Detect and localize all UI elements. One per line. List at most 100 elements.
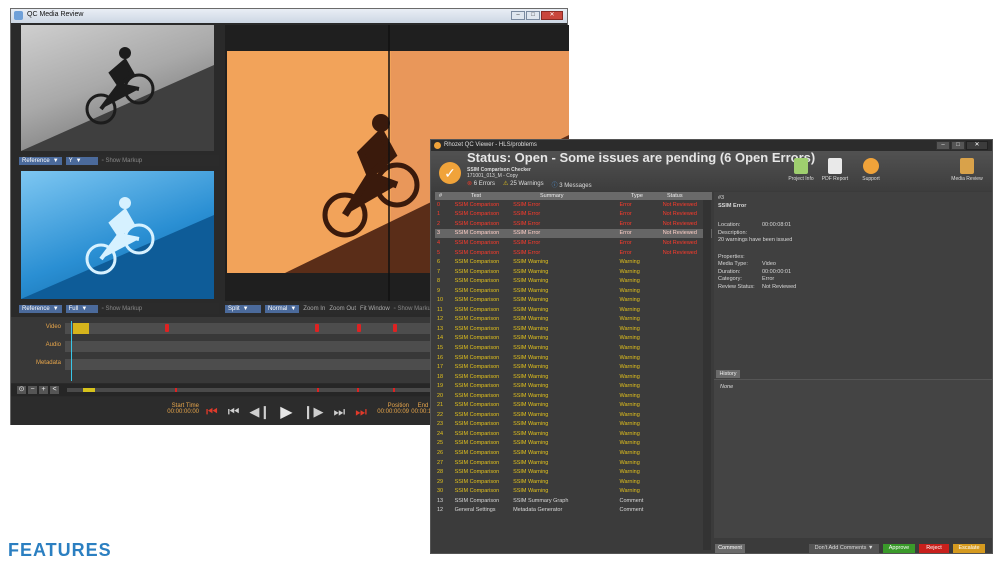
issue-row[interactable]: 26 SSIM Comparison SSIM Warning Warning	[435, 448, 712, 458]
issue-row[interactable]: 13 SSIM Comparison SSIM Warning Warning	[435, 324, 712, 334]
issue-cell-test: SSIM Comparison	[454, 449, 500, 456]
issue-row[interactable]: 23 SSIM Comparison SSIM Warning Warning	[435, 420, 712, 430]
reject-button[interactable]: Reject	[919, 544, 949, 553]
issue-row[interactable]: 24 SSIM Comparison SSIM Warning Warning	[435, 429, 712, 439]
play-icon[interactable]: ▶	[280, 402, 292, 422]
issue-row[interactable]: 15 SSIM Comparison SSIM Warning Warning	[435, 343, 712, 353]
issue-row[interactable]: 14 SSIM Comparison SSIM Warning Warning	[435, 334, 712, 344]
issue-row[interactable]: 12 General Settings Metadata Generator Comm…	[435, 506, 712, 516]
issue-row[interactable]: 22 SSIM Comparison SSIM Warning Warning	[435, 410, 712, 420]
col-type[interactable]: Type	[631, 193, 643, 199]
issue-cell-summary: SSIM Warning	[513, 354, 549, 361]
dont-add-comments-dropdown[interactable]: Don't Add Comments ▼	[809, 544, 879, 553]
issue-row[interactable]: 11 SSIM Comparison SSIM Warning Warning	[435, 305, 712, 315]
issue-row[interactable]: 12 SSIM Comparison SSIM Warning Warning	[435, 315, 712, 325]
skip-to-start-icon[interactable]: ⏮	[206, 404, 218, 420]
issue-row[interactable]: 0 SSIM Comparison SSIM Error Error Not Revie…	[435, 200, 712, 210]
issue-row[interactable]: 28 SSIM Comparison SSIM Warning Warning	[435, 467, 712, 477]
issue-row[interactable]: 2 SSIM Comparison SSIM Error Error Not Revie…	[435, 219, 712, 229]
issue-row[interactable]: 5 SSIM Comparison SSIM Error Error Not Revie…	[435, 248, 712, 258]
issue-cell-summary: SSIM Error	[513, 211, 541, 218]
issue-row[interactable]: 10 SSIM Comparison SSIM Warning Warning	[435, 295, 712, 305]
issue-row[interactable]: 19 SSIM Comparison SSIM Warning Warning	[435, 381, 712, 391]
col-summary[interactable]: Summary	[540, 193, 564, 199]
zoom-out-track-button[interactable]: −	[28, 386, 37, 394]
zoom-in-button[interactable]: Zoom In	[303, 306, 325, 312]
comment-button[interactable]: Comment	[715, 544, 745, 553]
error-marker[interactable]	[393, 324, 397, 332]
app-icon	[434, 142, 441, 149]
error-marker[interactable]	[357, 324, 361, 332]
issue-row[interactable]: 29 SSIM Comparison SSIM Warning Warning	[435, 477, 712, 487]
issue-row[interactable]: 16 SSIM Comparison SSIM Warning Warning	[435, 353, 712, 363]
show-markup-checkbox[interactable]: ▫ Show Markup	[102, 158, 142, 164]
minimize-button[interactable]: –	[936, 141, 950, 150]
warnings-count[interactable]: ⚠ 25 Warnings	[503, 180, 544, 189]
show-markup-checkbox-2[interactable]: ▫ Show Markup	[102, 306, 142, 312]
issue-row[interactable]: 13 SSIM Comparison SSIM Summary Graph Comme…	[435, 496, 712, 506]
view-mode-dropdown[interactable]: Normal ▼	[265, 304, 300, 313]
next-marker-icon[interactable]: ⏭	[334, 404, 346, 420]
issue-row[interactable]: 7 SSIM Comparison SSIM Warning Warning	[435, 267, 712, 277]
step-back-icon[interactable]: ◀❙	[249, 404, 270, 420]
reference-dropdown-2[interactable]: Reference ▼	[19, 304, 62, 313]
zoom-reset-button[interactable]: ⊙	[17, 386, 26, 394]
issue-row[interactable]: 4 SSIM Comparison SSIM Error Error Not Revie…	[435, 238, 712, 248]
issue-row[interactable]: 9 SSIM Comparison SSIM Warning Warning	[435, 286, 712, 296]
col-num[interactable]: #	[439, 193, 442, 199]
zoom-in-track-button[interactable]: +	[39, 386, 48, 394]
issue-row[interactable]: 27 SSIM Comparison SSIM Warning Warning	[435, 458, 712, 468]
issue-cell-summary: SSIM Warning	[513, 449, 549, 456]
maximize-button[interactable]: □	[526, 11, 540, 20]
reference-full-viewer[interactable]	[21, 171, 214, 299]
issue-cell-type: Error	[619, 211, 632, 218]
playhead[interactable]	[71, 321, 72, 381]
issue-row[interactable]: 3 SSIM Comparison SSIM Error Error Not Revie…	[435, 228, 712, 239]
issue-row[interactable]: 6 SSIM Comparison SSIM Warning Warning	[435, 257, 712, 267]
issue-cell-summary: SSIM Warning	[513, 278, 549, 285]
channel-dropdown-2[interactable]: Full ▼	[65, 304, 98, 313]
pdf-report-button[interactable]: PDF Report	[815, 158, 855, 182]
location-value[interactable]: 00:00:08:01	[762, 222, 791, 228]
escalate-button[interactable]: Escalate	[953, 544, 985, 553]
close-button[interactable]: ✕	[966, 141, 988, 150]
messages-count[interactable]: ⓘ 3 Messages	[552, 180, 592, 189]
scroll-left-button[interactable]: <	[50, 386, 59, 394]
media-review-button[interactable]: Media Review	[947, 158, 987, 182]
split-mode-dropdown[interactable]: Split ▼	[225, 304, 261, 313]
issue-cell-summary: SSIM Warning	[513, 344, 549, 351]
issue-cell-type: Warning	[619, 268, 640, 275]
fit-window-button[interactable]: Fit Window	[360, 306, 390, 312]
issues-scrollbar[interactable]	[703, 200, 711, 550]
issue-row[interactable]: 18 SSIM Comparison SSIM Warning Warning	[435, 372, 712, 382]
issue-row[interactable]: 20 SSIM Comparison SSIM Warning Warning	[435, 391, 712, 401]
issue-cell-type: Warning	[619, 316, 640, 323]
issue-row[interactable]: 30 SSIM Comparison SSIM Warning Warning	[435, 486, 712, 496]
previous-marker-icon[interactable]: ⏮	[228, 404, 240, 420]
close-button[interactable]: ✕	[541, 11, 563, 20]
issue-cell-test: SSIM Comparison	[454, 239, 500, 246]
issue-cell-summary: SSIM Warning	[513, 411, 549, 418]
issue-row[interactable]: 8 SSIM Comparison SSIM Warning Warning	[435, 276, 712, 286]
errors-count[interactable]: ⊗ 6 Errors	[467, 180, 495, 189]
history-tab[interactable]: History	[716, 370, 740, 378]
minimize-button[interactable]: –	[511, 11, 525, 20]
issue-row[interactable]: 1 SSIM Comparison SSIM Error Error Not Revie…	[435, 210, 712, 220]
error-marker[interactable]	[165, 324, 169, 332]
zoom-out-button[interactable]: Zoom Out	[329, 306, 356, 312]
col-test[interactable]: Test	[471, 193, 481, 199]
issue-row[interactable]: 25 SSIM Comparison SSIM Warning Warning	[435, 439, 712, 449]
maximize-button[interactable]: □	[951, 141, 965, 150]
issue-row[interactable]: 17 SSIM Comparison SSIM Warning Warning	[435, 362, 712, 372]
reference-dropdown[interactable]: Reference ▼	[19, 156, 62, 165]
show-markup-checkbox-3[interactable]: ▫ Show Markup	[394, 306, 434, 312]
col-status[interactable]: Status	[667, 193, 683, 199]
channel-dropdown[interactable]: Y ▼	[65, 156, 98, 165]
approve-button[interactable]: Approve	[883, 544, 915, 553]
skip-to-end-icon[interactable]: ⏭	[355, 404, 367, 420]
reference-y-viewer[interactable]	[21, 25, 214, 151]
support-button[interactable]: Support	[851, 158, 891, 182]
step-forward-icon[interactable]: ❙▶	[303, 404, 324, 420]
issue-row[interactable]: 21 SSIM Comparison SSIM Warning Warning	[435, 400, 712, 410]
error-marker[interactable]	[315, 324, 319, 332]
